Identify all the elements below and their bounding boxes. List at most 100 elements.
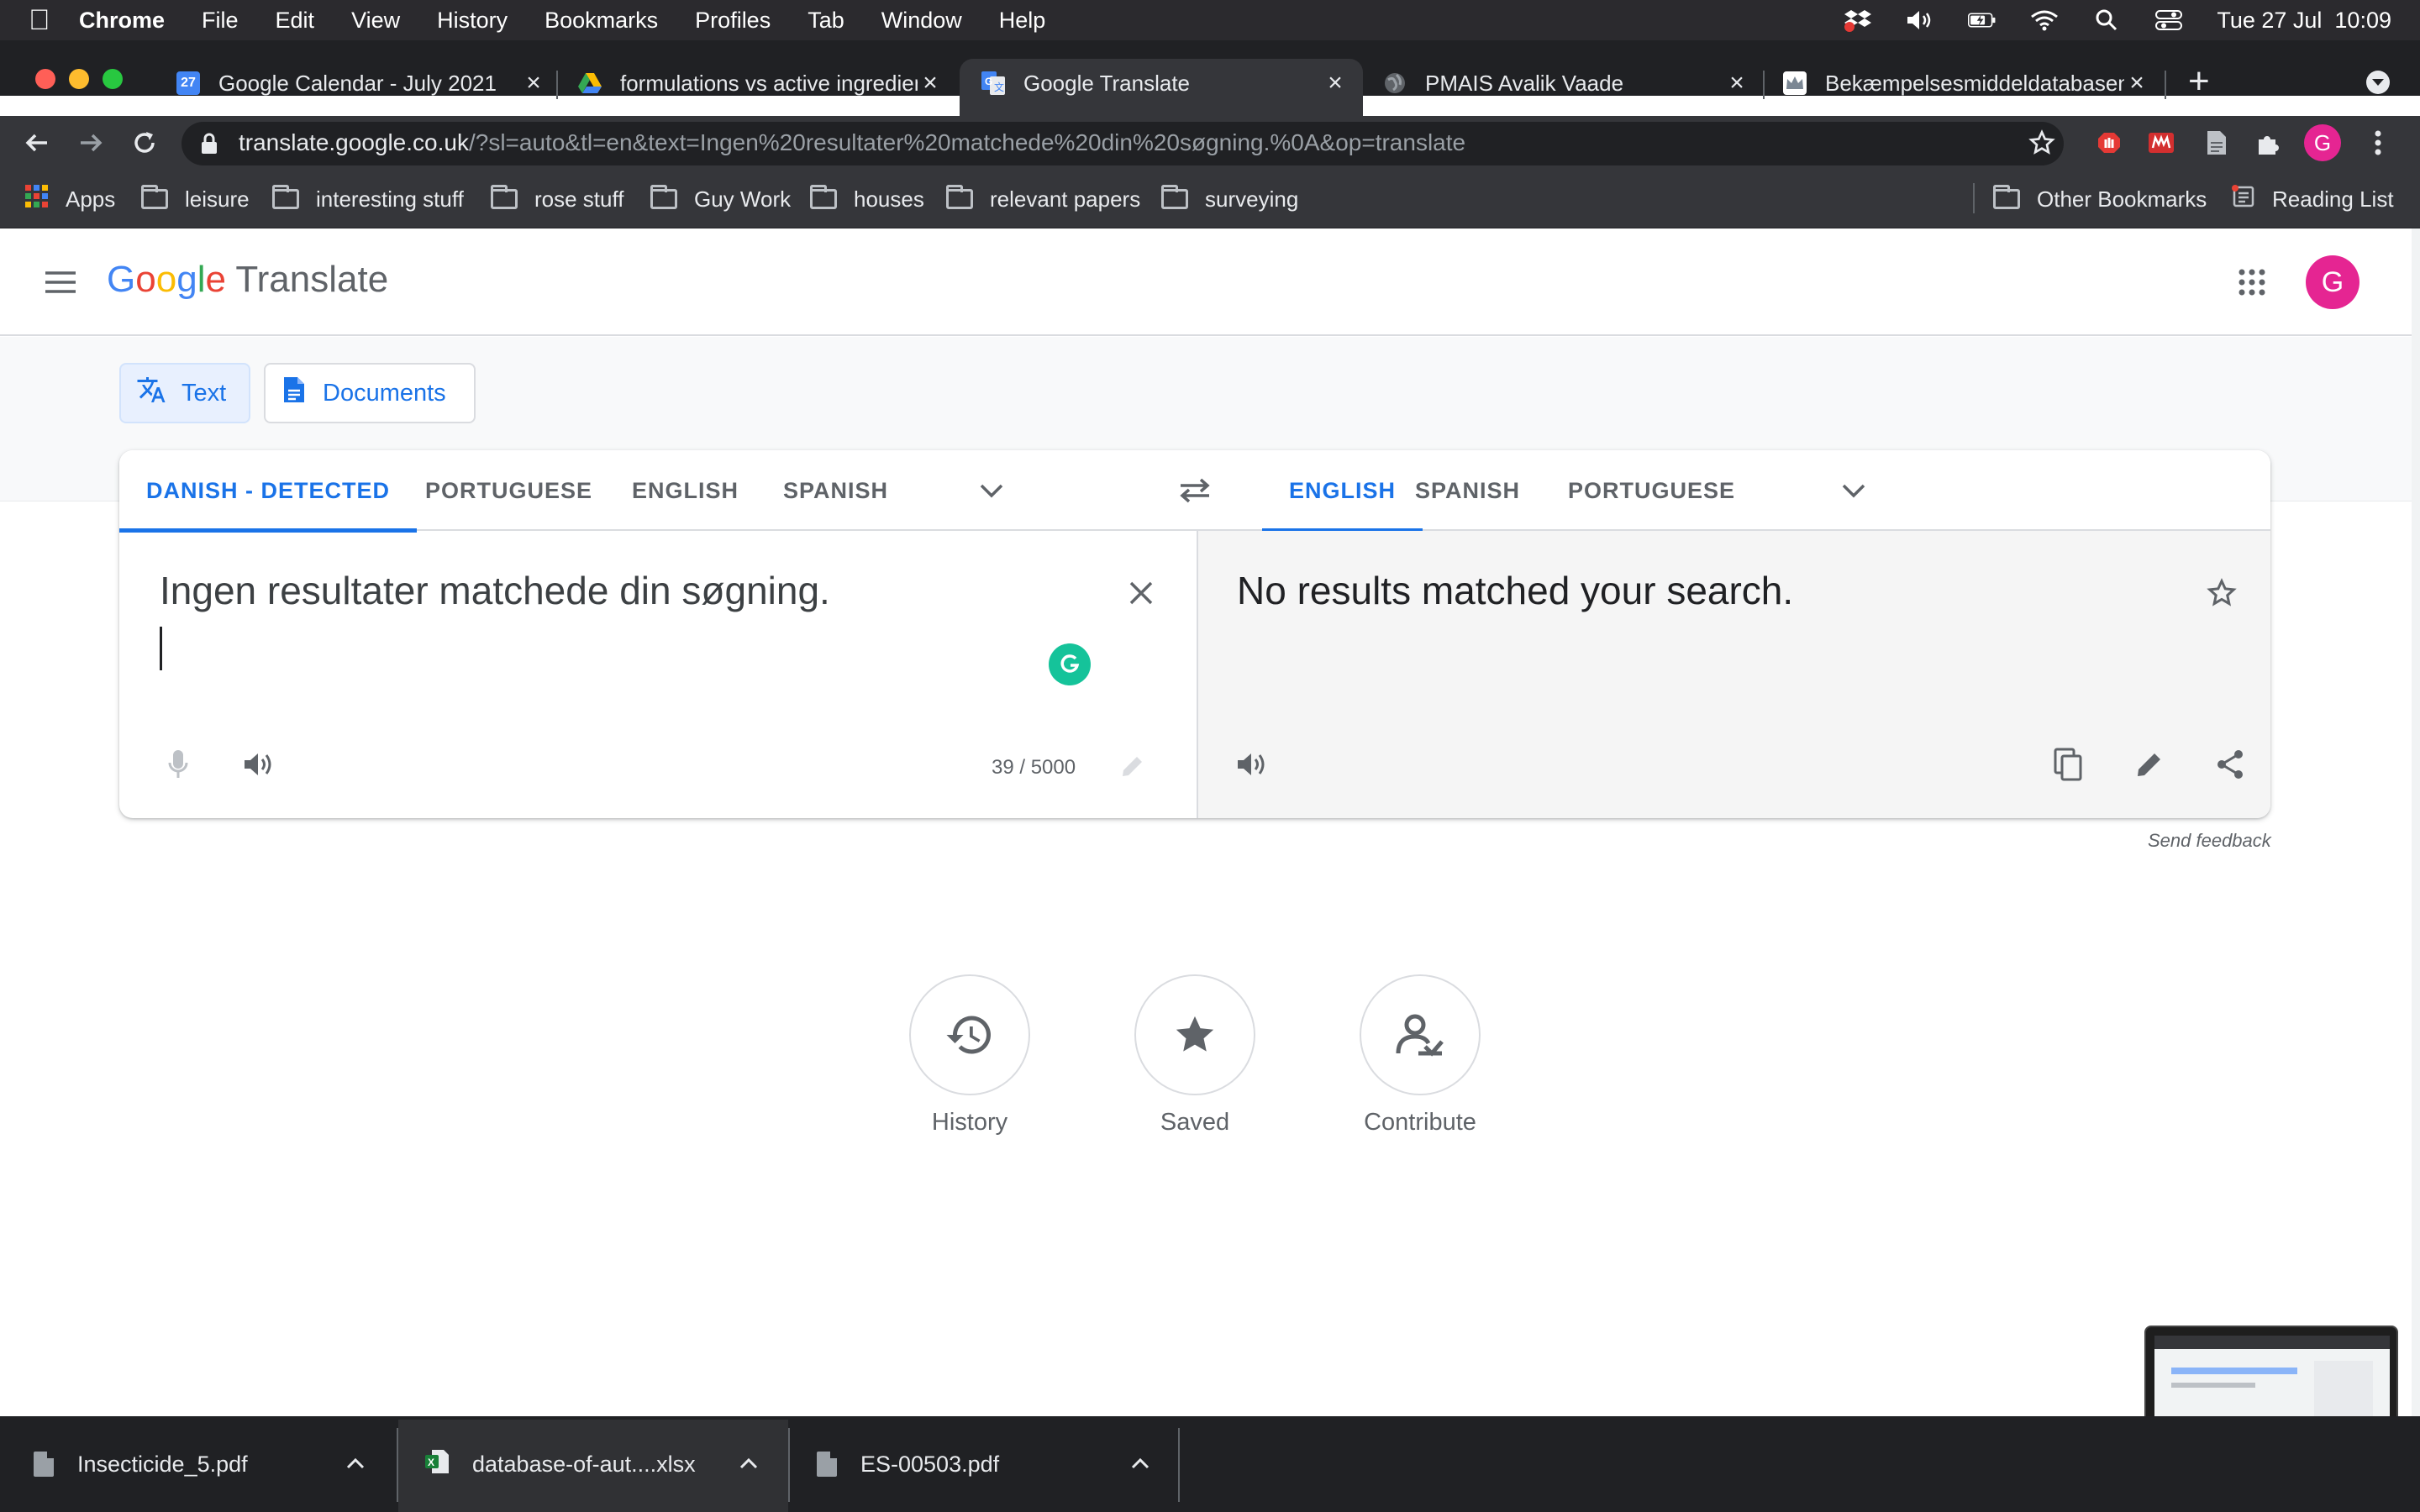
profile-avatar[interactable]: G (2297, 118, 2348, 168)
download-options-chevron-icon[interactable] (346, 1452, 365, 1475)
download-item-database-xlsx[interactable]: X database-of-aut....xlsx (425, 1425, 761, 1504)
bookmark-reading-list[interactable]: Reading List (2232, 184, 2394, 213)
svg-text:文: 文 (994, 81, 1004, 93)
download-options-chevron-icon[interactable] (1131, 1452, 1150, 1475)
grammarly-icon[interactable] (1049, 643, 1091, 685)
browser-menu-icon[interactable] (2353, 118, 2403, 168)
folder-icon (650, 185, 677, 209)
menu-profiles[interactable]: Profiles (695, 8, 771, 34)
menu-tab[interactable]: Tab (808, 8, 844, 34)
google-translate-logo[interactable]: Google Translate (107, 259, 388, 301)
extensions-puzzle-icon[interactable] (2244, 118, 2294, 168)
volume-icon[interactable] (1906, 9, 1934, 31)
apple-icon[interactable]:  (29, 4, 79, 37)
menu-view[interactable]: View (351, 8, 400, 34)
text-mode-button[interactable]: Text (119, 363, 250, 423)
contribute-button[interactable] (1360, 974, 1481, 1095)
translation-output-pane: No results matched your search. (1197, 531, 2270, 818)
share-translation-icon[interactable] (2205, 739, 2255, 790)
folder-icon (810, 185, 837, 209)
bookmark-star-icon[interactable] (2017, 118, 2067, 168)
bookmark-other-bookmarks[interactable]: Other Bookmarks (1993, 185, 2207, 213)
translated-text: No results matched your search. (1237, 569, 1794, 612)
dropbox-icon[interactable] (1844, 9, 1872, 32)
source-lang-spanish[interactable]: SPANISH (783, 450, 888, 531)
menu-history[interactable]: History (437, 8, 508, 34)
saved-button[interactable] (1134, 974, 1255, 1095)
bookmark-folder-houses[interactable]: houses (810, 185, 924, 213)
battery-icon[interactable] (1968, 9, 1996, 31)
download-options-chevron-icon[interactable] (739, 1452, 758, 1475)
download-item-es-00503[interactable]: ES-00503.pdf (817, 1425, 1153, 1504)
menu-chrome[interactable]: Chrome (79, 8, 165, 34)
edit-translation-pencil-icon[interactable] (2124, 739, 2175, 790)
menu-edit[interactable]: Edit (276, 8, 315, 34)
target-lang-portuguese[interactable]: PORTUGUESE (1568, 450, 1735, 531)
close-tab-icon[interactable]: × (2124, 69, 2149, 97)
microphone-icon[interactable] (153, 739, 203, 790)
maximize-window-button[interactable] (103, 69, 123, 89)
listen-translation-speaker-icon[interactable] (1227, 739, 1277, 790)
source-text-input[interactable]: Ingen resultater matchede din søgning. (160, 568, 830, 613)
menu-window[interactable]: Window (881, 8, 962, 34)
close-tab-icon[interactable]: × (1323, 69, 1348, 97)
wifi-icon[interactable] (2030, 9, 2059, 31)
tab-pmais[interactable]: PMAIS Avalik Vaade × (1383, 64, 1749, 102)
tab-bekaempelsesmiddel[interactable]: Bekæmpelsesmiddeldatabasen × (1783, 64, 2149, 102)
send-feedback-link[interactable]: Send feedback (2148, 830, 2271, 852)
bookmark-folder-guy-work[interactable]: Guy Work (650, 185, 791, 213)
tab-google-translate[interactable]: G文 Google Translate × (981, 64, 1348, 102)
close-tab-icon[interactable]: × (521, 69, 546, 97)
clear-source-text-close-icon[interactable] (1116, 568, 1166, 618)
forward-icon[interactable] (66, 118, 116, 168)
bookmark-folder-surveying[interactable]: surveying (1161, 185, 1298, 213)
bookmark-folder-leisure[interactable]: leisure (141, 185, 250, 213)
hamburger-menu-icon[interactable] (35, 257, 86, 307)
back-icon[interactable] (12, 118, 62, 168)
source-lang-danish-detected[interactable]: DANISH - DETECTED (119, 450, 418, 533)
swap-languages-icon[interactable] (1170, 465, 1220, 516)
source-lang-english[interactable]: ENGLISH (632, 450, 739, 531)
url-text[interactable]: translate.google.co.uk/?sl=auto&tl=en&te… (239, 129, 1465, 156)
target-lang-english[interactable]: ENGLISH (1262, 450, 1423, 533)
close-tab-icon[interactable]: × (1724, 69, 1749, 97)
mendeley-extension-icon[interactable] (2136, 118, 2186, 168)
lock-icon[interactable] (200, 133, 218, 159)
more-source-langs-chevron-down-icon[interactable] (966, 465, 1017, 516)
edit-pencil-icon[interactable] (1107, 741, 1158, 791)
tab-formulations[interactable]: formulations vs active ingredients × (578, 64, 943, 102)
source-lang-portuguese[interactable]: PORTUGUESE (425, 450, 592, 531)
spotlight-search-icon[interactable] (2092, 9, 2121, 31)
documents-mode-button[interactable]: Documents (264, 363, 476, 423)
bookmark-apps[interactable]: Apps (25, 184, 115, 213)
control-center-icon[interactable] (2154, 9, 2183, 31)
page-scrollbar[interactable] (2412, 228, 2420, 1416)
menubar-clock[interactable]: Tue 27 Jul 10:09 (2217, 8, 2391, 34)
target-lang-spanish[interactable]: SPANISH (1415, 450, 1520, 531)
download-item-insecticide[interactable]: Insecticide_5.pdf (34, 1425, 387, 1504)
reload-icon[interactable] (119, 118, 170, 168)
drive-favicon (578, 71, 602, 95)
bookmark-folder-rose-stuff[interactable]: rose stuff (491, 185, 623, 213)
adblock-extension-icon[interactable] (2084, 118, 2134, 168)
tab-search-icon[interactable] (2366, 71, 2390, 94)
history-button[interactable] (909, 974, 1030, 1095)
contribute-people-icon (1396, 1014, 1444, 1057)
more-target-langs-chevron-down-icon[interactable] (1828, 465, 1879, 516)
tab-google-calendar[interactable]: 27 Google Calendar - July 2021 × (176, 64, 546, 102)
close-tab-icon[interactable]: × (918, 69, 943, 97)
menu-file[interactable]: File (202, 8, 239, 34)
bookmark-folder-relevant-papers[interactable]: relevant papers (946, 185, 1140, 213)
new-tab-icon[interactable]: + (2188, 60, 2210, 102)
document-extension-icon[interactable] (2191, 118, 2242, 168)
menu-help[interactable]: Help (999, 8, 1046, 34)
close-window-button[interactable] (35, 69, 55, 89)
copy-translation-icon[interactable] (2044, 739, 2094, 790)
account-avatar[interactable]: G (2306, 255, 2360, 309)
minimize-window-button[interactable] (69, 69, 89, 89)
save-translation-star-icon[interactable] (2196, 568, 2247, 618)
listen-source-speaker-icon[interactable] (234, 739, 284, 790)
bookmark-folder-interesting-stuff[interactable]: interesting stuff (272, 185, 464, 213)
google-apps-icon[interactable] (2227, 257, 2277, 307)
menu-bookmarks[interactable]: Bookmarks (544, 8, 658, 34)
